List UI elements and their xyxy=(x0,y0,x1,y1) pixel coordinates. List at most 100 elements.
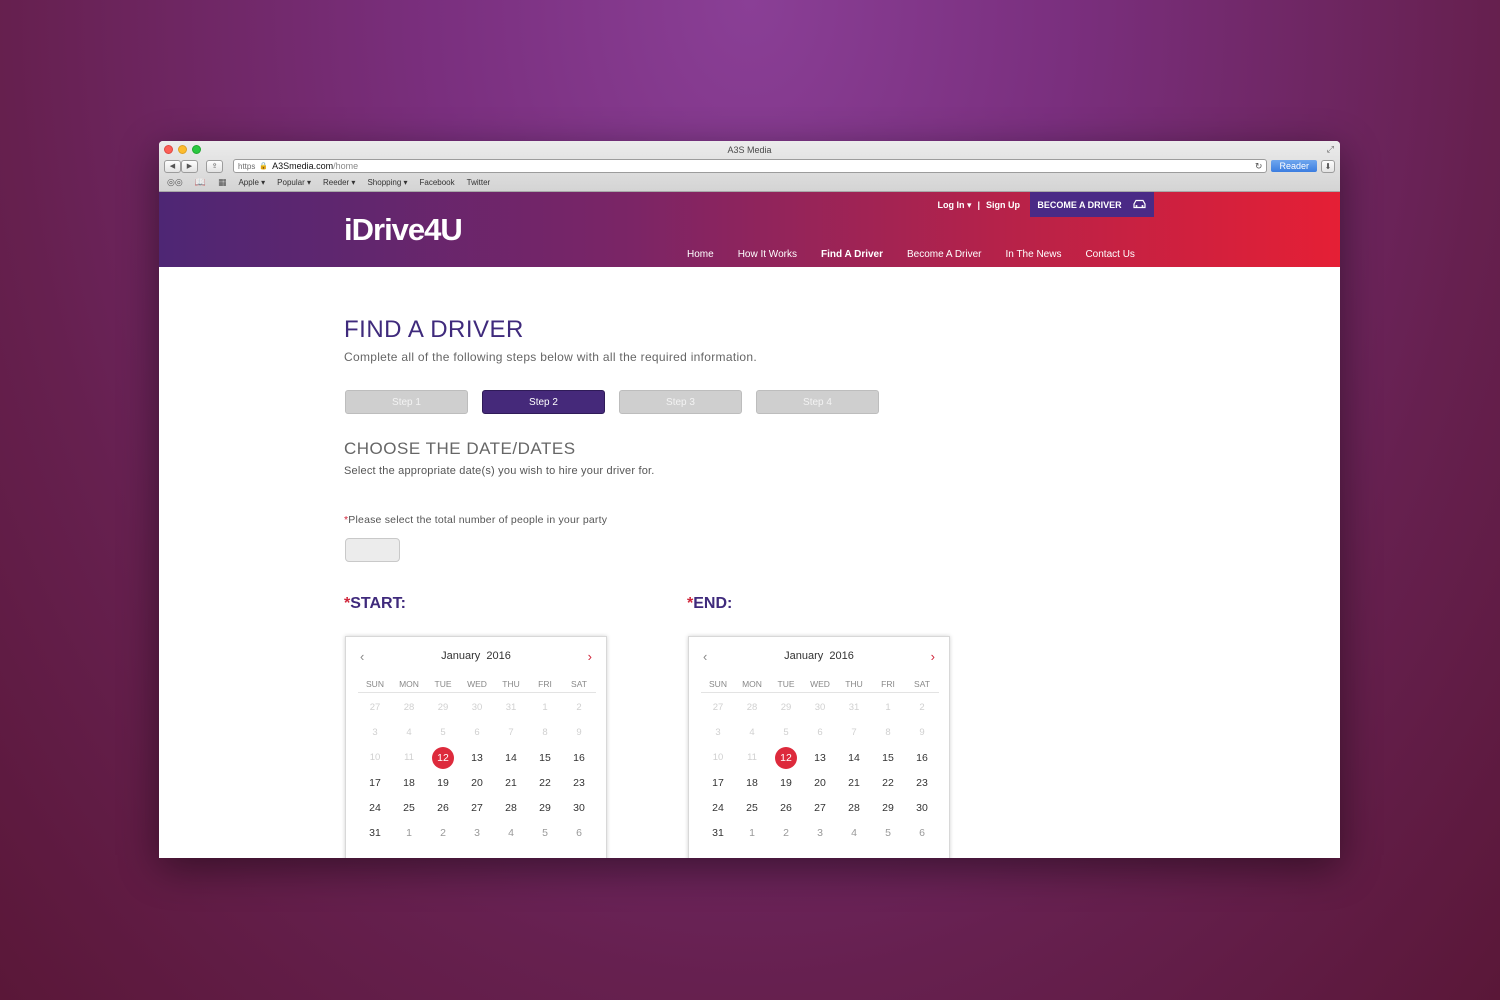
calendar-day[interactable]: 4 xyxy=(494,827,528,839)
calendar-day[interactable]: 25 xyxy=(735,802,769,814)
nav-become-a-driver[interactable]: Become A Driver xyxy=(907,249,981,260)
back-button[interactable]: ◀ xyxy=(164,159,181,173)
calendar-day[interactable]: 14 xyxy=(494,752,528,764)
url-domain: A3Smedia.com xyxy=(272,161,334,171)
calendar-day[interactable]: 19 xyxy=(769,777,803,789)
chevron-left-icon[interactable]: ‹ xyxy=(360,649,364,664)
calendar-day[interactable]: 20 xyxy=(460,777,494,789)
calendar-day[interactable]: 29 xyxy=(871,802,905,814)
calendar-day[interactable]: 30 xyxy=(905,802,939,814)
signup-link[interactable]: Sign Up xyxy=(986,200,1020,211)
calendar-day[interactable]: 16 xyxy=(562,752,596,764)
calendar-day[interactable]: 13 xyxy=(460,752,494,764)
calendar-day[interactable]: 19 xyxy=(426,777,460,789)
calendar-day[interactable]: 18 xyxy=(735,777,769,789)
reader-button[interactable]: Reader xyxy=(1271,160,1317,172)
calendar-day[interactable]: 25 xyxy=(392,802,426,814)
calendar-day[interactable]: 23 xyxy=(562,777,596,789)
page-subtitle: Complete all of the following steps belo… xyxy=(344,350,758,364)
fullscreen-icon[interactable]: ⤢ xyxy=(1327,144,1334,155)
calendar-day[interactable]: 31 xyxy=(358,827,392,839)
bookmark-apple[interactable]: Apple ▾ xyxy=(238,178,265,187)
nav-home[interactable]: Home xyxy=(687,249,714,260)
calendar-day[interactable]: 14 xyxy=(837,752,871,764)
calendar-week: 10 11 12 13 14 15 16 xyxy=(701,745,949,770)
calendar-day[interactable]: 26 xyxy=(769,802,803,814)
bookmark-twitter[interactable]: Twitter xyxy=(467,178,491,187)
site-logo[interactable]: iDrive4U xyxy=(344,212,463,248)
calendar-day: 29 xyxy=(437,702,449,713)
login-link[interactable]: Log In ▾ xyxy=(937,200,971,211)
calendar-day[interactable]: 15 xyxy=(528,752,562,764)
calendar-day[interactable]: 22 xyxy=(528,777,562,789)
chevron-left-icon[interactable]: ‹ xyxy=(703,649,707,664)
step-1-button[interactable]: Step 1 xyxy=(345,390,468,414)
step-2-button[interactable]: Step 2 xyxy=(482,390,605,414)
calendar-day: 4 xyxy=(406,727,412,738)
chevron-right-icon[interactable]: › xyxy=(931,649,935,664)
weekday-label: FRI xyxy=(538,678,552,689)
calendar-day[interactable]: 15 xyxy=(871,752,905,764)
top-sites-icon[interactable]: ▦ xyxy=(218,177,227,188)
calendar-day[interactable]: 22 xyxy=(871,777,905,789)
reload-icon[interactable]: ↻ xyxy=(1255,161,1263,172)
calendar-day[interactable]: 5 xyxy=(528,827,562,839)
nav-contact-us[interactable]: Contact Us xyxy=(1085,249,1134,260)
nav-how-it-works[interactable]: How It Works xyxy=(738,249,797,260)
calendar-day[interactable]: 16 xyxy=(905,752,939,764)
bookmark-reeder[interactable]: Reeder ▾ xyxy=(323,178,355,187)
calendar-day[interactable]: 6 xyxy=(905,827,939,839)
step-3-button[interactable]: Step 3 xyxy=(619,390,742,414)
selected-day[interactable]: 12 xyxy=(426,746,460,769)
nav-find-a-driver[interactable]: Find A Driver xyxy=(821,249,883,260)
calendar-day[interactable]: 18 xyxy=(392,777,426,789)
reading-list-icon[interactable]: ◎◎ xyxy=(167,177,183,188)
calendar-day[interactable]: 3 xyxy=(460,827,494,839)
step-4-button[interactable]: Step 4 xyxy=(756,390,879,414)
calendar-day[interactable]: 31 xyxy=(701,827,735,839)
bookmark-facebook[interactable]: Facebook xyxy=(420,178,455,187)
calendar-day: 7 xyxy=(508,727,514,738)
calendar-day[interactable]: 23 xyxy=(905,777,939,789)
link-separator: | xyxy=(977,200,980,210)
download-button[interactable]: ⬇ xyxy=(1321,159,1335,173)
party-size-input[interactable] xyxy=(345,538,400,562)
calendar-day[interactable]: 2 xyxy=(769,827,803,839)
calendar-day[interactable]: 20 xyxy=(803,777,837,789)
calendar-day[interactable]: 21 xyxy=(494,777,528,789)
weekday-label: MON xyxy=(399,678,419,689)
forward-button[interactable]: ▶ xyxy=(181,159,198,173)
calendar-day[interactable]: 3 xyxy=(803,827,837,839)
calendar-day[interactable]: 29 xyxy=(528,802,562,814)
calendar-day[interactable]: 4 xyxy=(837,827,871,839)
nav-in-the-news[interactable]: In The News xyxy=(1006,249,1062,260)
calendar-day[interactable]: 26 xyxy=(426,802,460,814)
calendar-day[interactable]: 5 xyxy=(871,827,905,839)
become-driver-button[interactable]: BECOME A DRIVER xyxy=(1030,192,1154,217)
calendar-day[interactable]: 27 xyxy=(803,802,837,814)
bookmarks-icon[interactable]: 📖 xyxy=(195,177,206,188)
main-nav: Home How It Works Find A Driver Become A… xyxy=(687,249,1135,260)
share-button[interactable]: ⇪ xyxy=(206,159,223,173)
calendar-day[interactable]: 17 xyxy=(358,777,392,789)
calendar-day[interactable]: 28 xyxy=(494,802,528,814)
calendar-day[interactable]: 28 xyxy=(837,802,871,814)
calendar-day[interactable]: 1 xyxy=(735,827,769,839)
calendar-day[interactable]: 24 xyxy=(701,802,735,814)
selected-day[interactable]: 12 xyxy=(769,746,803,769)
calendar-day: 1 xyxy=(885,702,891,713)
calendar-day[interactable]: 24 xyxy=(358,802,392,814)
calendar-day[interactable]: 27 xyxy=(460,802,494,814)
become-driver-label: BECOME A DRIVER xyxy=(1037,199,1122,210)
calendar-day[interactable]: 13 xyxy=(803,752,837,764)
calendar-day[interactable]: 21 xyxy=(837,777,871,789)
calendar-day[interactable]: 1 xyxy=(392,827,426,839)
chevron-right-icon[interactable]: › xyxy=(588,649,592,664)
address-bar[interactable]: https 🔒 A3Smedia.com /home ↻ xyxy=(233,159,1268,173)
bookmark-popular[interactable]: Popular ▾ xyxy=(277,178,311,187)
calendar-day[interactable]: 17 xyxy=(701,777,735,789)
calendar-day[interactable]: 6 xyxy=(562,827,596,839)
calendar-day[interactable]: 30 xyxy=(562,802,596,814)
calendar-day[interactable]: 2 xyxy=(426,827,460,839)
bookmark-shopping[interactable]: Shopping ▾ xyxy=(367,178,407,187)
